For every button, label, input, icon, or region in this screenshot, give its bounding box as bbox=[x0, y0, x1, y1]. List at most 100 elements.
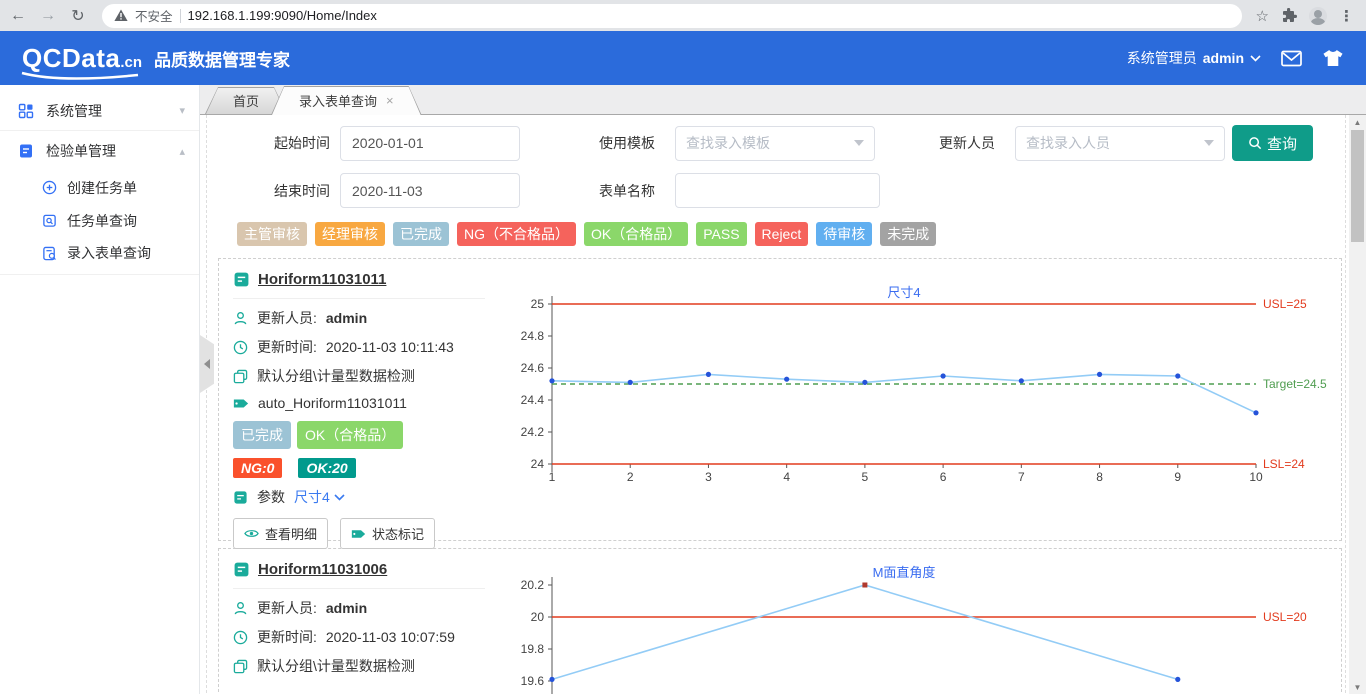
ng-count-badge: NG:0 bbox=[233, 458, 282, 478]
chrome-actions: ☆ ⋮ bbox=[1252, 7, 1358, 25]
status-badge: OK（合格品） bbox=[584, 222, 688, 246]
count-badges: NG:0 OK:20 bbox=[233, 458, 491, 478]
task-search-icon bbox=[42, 213, 57, 228]
shirt-icon[interactable] bbox=[1322, 49, 1344, 67]
status-badge: 未完成 bbox=[880, 222, 936, 246]
time-label: 更新时间: bbox=[257, 627, 317, 647]
tab-form-query[interactable]: 录入表单查询 × bbox=[271, 86, 422, 115]
status-badge: Reject bbox=[755, 222, 809, 246]
group-row: 默认分组\计量型数据检测 bbox=[233, 366, 491, 386]
status-legend: 主管审核 经理审核 已完成 NG（不合格品） OK（合格品） PASS Reje… bbox=[237, 222, 1342, 246]
user-name: admin bbox=[1203, 50, 1244, 66]
forward-icon[interactable]: → bbox=[38, 7, 58, 25]
form-title-link[interactable]: Horiform11031011 bbox=[258, 271, 386, 288]
bookmark-star-icon[interactable]: ☆ bbox=[1256, 7, 1269, 25]
sidebar-item-task-query[interactable]: 任务单查询 bbox=[0, 204, 199, 237]
param-value: 尺寸4 bbox=[294, 487, 330, 507]
status-badge: 经理审核 bbox=[315, 222, 385, 246]
svg-text:19.6: 19.6 bbox=[521, 674, 545, 688]
screen: ← → ↻ 不安全 192.168.1.199:9090/Home/Index … bbox=[0, 0, 1366, 694]
sidebar-item-label: 系统管理 bbox=[46, 101, 102, 121]
form-name-input[interactable] bbox=[675, 173, 880, 208]
param-selector[interactable]: 尺寸4 bbox=[294, 487, 345, 507]
card-actions: 查看明细 状态标记 bbox=[233, 518, 491, 549]
back-icon[interactable]: ← bbox=[8, 7, 28, 25]
url-text: 192.168.1.199:9090/Home/Index bbox=[188, 8, 377, 23]
sidebar-item-form-query[interactable]: 录入表单查询 bbox=[0, 237, 199, 275]
svg-text:24.8: 24.8 bbox=[521, 329, 545, 343]
sidebar-item-system-management[interactable]: 系统管理 ▾ bbox=[0, 91, 199, 131]
svg-text:6: 6 bbox=[940, 470, 947, 484]
scrollbar-thumb[interactable] bbox=[1351, 130, 1364, 242]
ok-count-badge: OK:20 bbox=[298, 458, 355, 478]
svg-text:USL=20: USL=20 bbox=[1263, 610, 1307, 624]
scroll-down-icon[interactable]: ▼ bbox=[1349, 680, 1366, 694]
svg-text:10: 10 bbox=[1249, 470, 1263, 484]
address-bar[interactable]: 不安全 192.168.1.199:9090/Home/Index bbox=[102, 4, 1242, 28]
select-caret-icon bbox=[1204, 140, 1214, 146]
end-time-input[interactable] bbox=[340, 173, 520, 208]
main-area: 首页 录入表单查询 × 起始时间 使用模板 bbox=[200, 85, 1366, 694]
view-detail-button[interactable]: 查看明细 bbox=[233, 518, 328, 549]
sidebar-item-inspection-management[interactable]: 检验单管理 ▴ bbox=[0, 131, 199, 171]
svg-text:M面直角度: M面直角度 bbox=[873, 565, 936, 580]
svg-text:2: 2 bbox=[627, 470, 634, 484]
status-mark-label: 状态标记 bbox=[372, 524, 424, 543]
status-mark-button[interactable]: 状态标记 bbox=[340, 518, 435, 549]
group-path: 默认分组\计量型数据检测 bbox=[257, 656, 415, 676]
status-badge: 主管审核 bbox=[237, 222, 307, 246]
tab-close-icon[interactable]: × bbox=[386, 93, 394, 108]
header-right: 系统管理员 admin bbox=[1127, 48, 1344, 68]
app-header: QCData.cn 品质数据管理专家 系统管理员 admin bbox=[0, 31, 1366, 85]
updater-label: 更新人员: bbox=[257, 598, 317, 618]
search-button[interactable]: 查询 bbox=[1232, 125, 1313, 161]
svg-text:5: 5 bbox=[862, 470, 869, 484]
status-badge: 已完成 bbox=[393, 222, 449, 246]
view-detail-label: 查看明细 bbox=[265, 524, 317, 543]
svg-text:25: 25 bbox=[531, 297, 545, 311]
end-time-label: 结束时间 bbox=[218, 181, 330, 201]
user-menu[interactable]: 系统管理员 admin bbox=[1127, 48, 1261, 68]
card-status-badges: 已完成 OK（合格品） bbox=[233, 421, 491, 449]
status-badge: OK（合格品） bbox=[297, 421, 403, 449]
status-badge: PASS bbox=[696, 222, 746, 246]
scroll-up-icon[interactable]: ▲ bbox=[1349, 115, 1366, 129]
param-row: 参数 尺寸4 bbox=[233, 487, 491, 507]
browser-profile-avatar[interactable] bbox=[1309, 7, 1327, 25]
svg-text:24: 24 bbox=[531, 457, 545, 471]
group-row: 默认分组\计量型数据检测 bbox=[233, 656, 491, 676]
vertical-scrollbar[interactable]: ▲ ▼ bbox=[1349, 115, 1366, 694]
template-select[interactable]: 查找录入模板 bbox=[675, 126, 875, 161]
eye-icon bbox=[244, 528, 259, 539]
svg-text:9: 9 bbox=[1174, 470, 1181, 484]
extensions-puzzle-icon[interactable] bbox=[1281, 8, 1297, 24]
collapse-left-icon bbox=[204, 359, 210, 369]
tag-icon bbox=[233, 397, 249, 410]
chevron-up-icon: ▴ bbox=[179, 145, 185, 158]
form-title-link[interactable]: Horiform11031006 bbox=[258, 561, 387, 578]
svg-text:7: 7 bbox=[1018, 470, 1025, 484]
select-caret-icon bbox=[854, 140, 864, 146]
tag-icon bbox=[351, 528, 366, 540]
sidebar-item-create-task[interactable]: 创建任务单 bbox=[0, 171, 199, 204]
filter-row-1: 起始时间 使用模板 查找录入模板 更新人员 查找录入人员 bbox=[218, 125, 1342, 161]
plus-circle-icon bbox=[42, 180, 57, 195]
spc-chart-size4: 尺寸42524.824.624.424.22412345678910USL=25… bbox=[501, 267, 1341, 493]
person-icon bbox=[233, 311, 248, 326]
app-logo[interactable]: QCData.cn bbox=[22, 43, 142, 74]
browser-menu-icon[interactable]: ⋮ bbox=[1339, 7, 1354, 25]
svg-text:20: 20 bbox=[531, 610, 545, 624]
time-label: 更新时间: bbox=[257, 337, 317, 357]
time-value: 2020-11-03 10:07:59 bbox=[326, 629, 455, 645]
chart-area: 尺寸42524.824.624.424.22412345678910USL=25… bbox=[491, 259, 1341, 540]
time-value: 2020-11-03 10:11:43 bbox=[326, 339, 454, 355]
form-doc-icon bbox=[233, 271, 250, 288]
updater-label: 更新人员: bbox=[257, 308, 317, 328]
card-title-row: Horiform11031011 bbox=[233, 271, 485, 299]
sidebar-collapse-handle[interactable] bbox=[200, 335, 214, 393]
mail-icon[interactable] bbox=[1281, 50, 1302, 67]
warning-icon bbox=[114, 9, 128, 22]
updater-select[interactable]: 查找录入人员 bbox=[1015, 126, 1225, 161]
start-time-input[interactable] bbox=[340, 126, 520, 161]
reload-icon[interactable]: ↻ bbox=[68, 6, 88, 26]
